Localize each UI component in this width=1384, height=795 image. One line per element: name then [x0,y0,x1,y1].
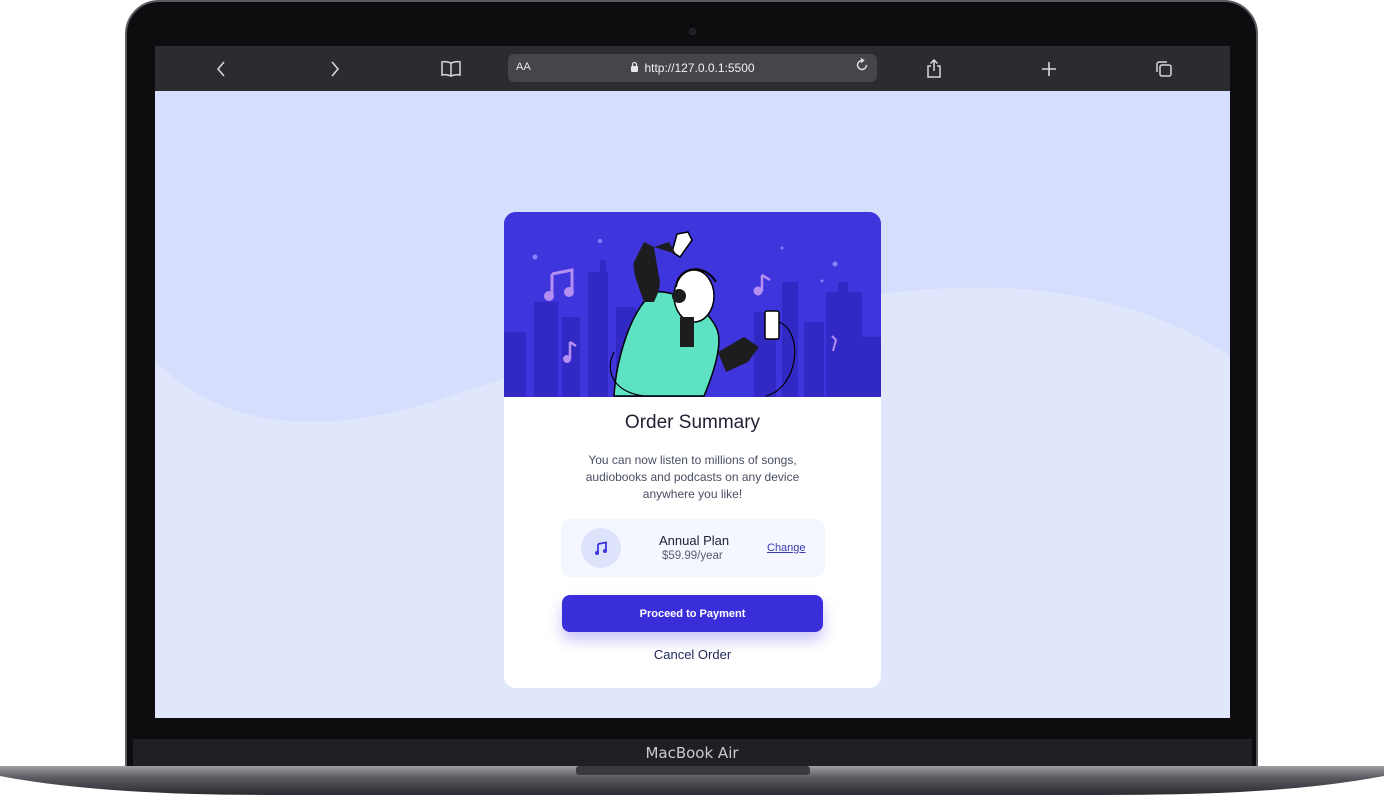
back-icon[interactable] [209,57,233,81]
reload-icon[interactable] [855,57,869,76]
plan-box: Annual Plan $59.99/year Change [561,519,825,577]
laptop-base [0,766,1384,795]
url-text: http://127.0.0.1:5500 [644,61,755,75]
screen: AA http://127.0.0.1:5500 Order Summary Y… [155,46,1230,718]
page: Order Summary You can now listen to mill… [155,91,1230,718]
lock-icon [630,61,639,75]
proceed-to-payment-button[interactable]: Proceed to Payment [562,595,823,632]
share-icon[interactable] [922,57,946,81]
new-tab-icon[interactable] [1037,57,1061,81]
plan-price: $59.99/year [662,550,723,562]
order-summary-card: Order Summary You can now listen to mill… [504,212,881,688]
music-note-icon [581,528,621,568]
device-label: MacBook Air [645,744,739,762]
address-bar[interactable]: AA http://127.0.0.1:5500 [508,54,877,82]
page-title: Order Summary [624,412,761,433]
change-plan-link[interactable]: Change [767,542,806,554]
tabs-icon[interactable] [1152,57,1176,81]
forward-icon[interactable] [323,57,347,81]
browser-toolbar: AA http://127.0.0.1:5500 [155,46,1230,91]
plan-name: Annual Plan [659,533,730,548]
description: You can now listen to millions of songs,… [585,453,800,501]
cancel-order-link[interactable]: Cancel Order [504,647,881,662]
bookmarks-icon[interactable] [439,57,463,81]
hero-illustration [504,212,881,397]
camera-icon [689,28,696,35]
